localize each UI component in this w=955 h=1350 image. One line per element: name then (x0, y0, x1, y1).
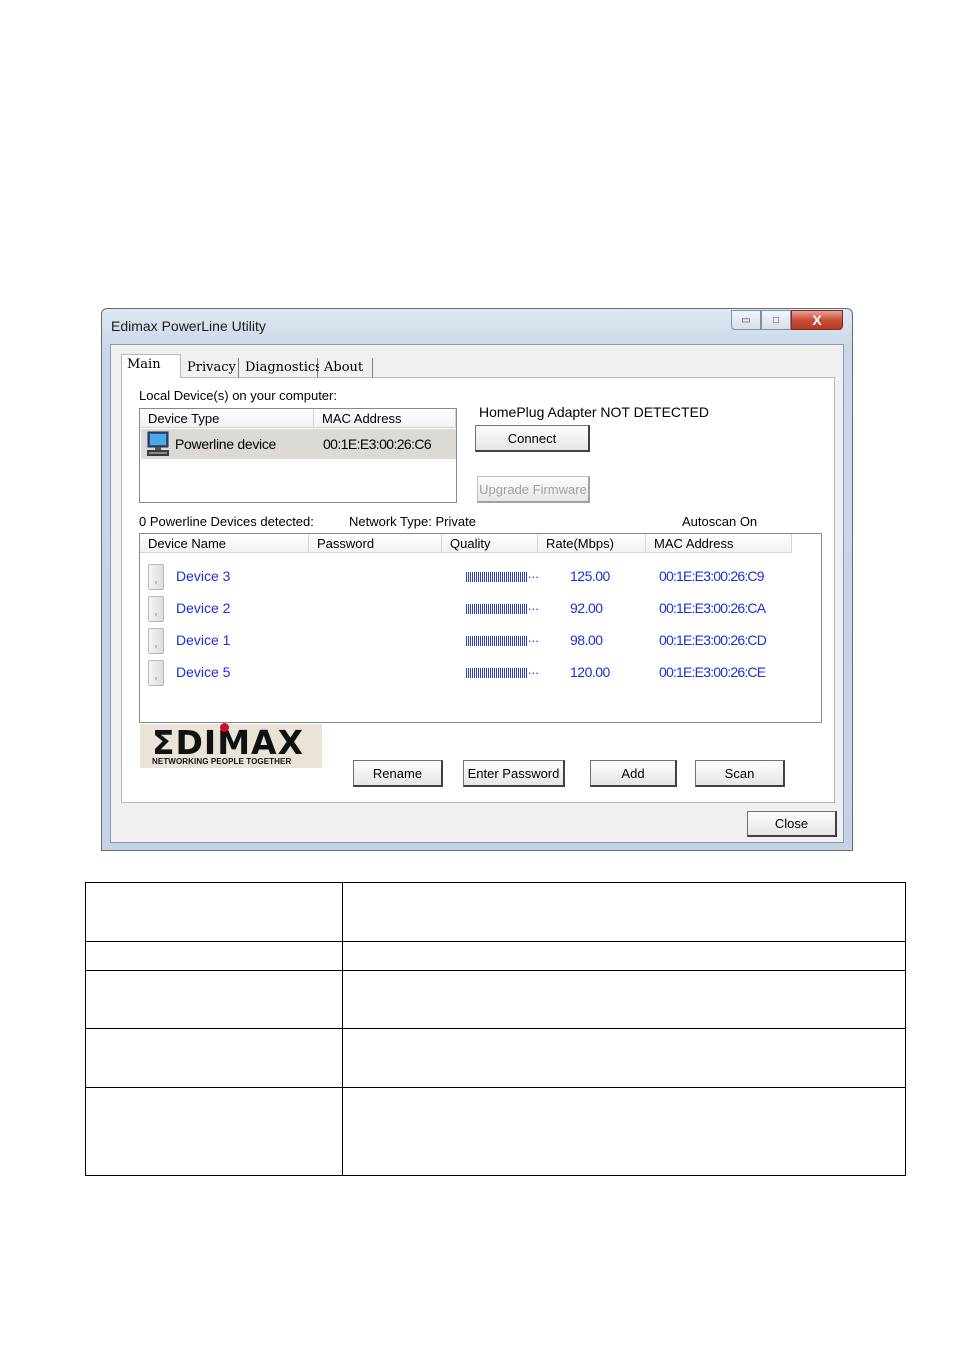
table-row[interactable]: Device 2 ... 92.00 00:1E:E3:00:26:CA (140, 592, 820, 624)
table-cell (85, 941, 343, 972)
tab-main[interactable]: Main (121, 354, 181, 378)
local-device-type: Powerline device (175, 436, 277, 452)
table-cell (85, 1086, 343, 1177)
connect-button[interactable]: Connect (475, 425, 590, 452)
add-button[interactable]: Add (590, 760, 677, 787)
tab-privacy[interactable]: Privacy (182, 358, 239, 377)
device-mac: 00:1E:E3:00:26:CE (659, 664, 766, 680)
quality-ellipsis: ... (528, 662, 539, 677)
close-button[interactable]: Close (747, 811, 837, 837)
table-row[interactable]: Device 1 ... 98.00 00:1E:E3:00:26:CD (140, 624, 820, 656)
powerline-adapter-icon (148, 628, 164, 654)
caption-buttons: ▭ □ X (731, 310, 843, 330)
tab-about[interactable]: About (319, 358, 373, 377)
window-title: Edimax PowerLine Utility (111, 318, 266, 334)
column-header-quality[interactable]: Quality (442, 534, 538, 553)
table-cell (342, 1028, 906, 1088)
app-window: Edimax PowerLine Utility ▭ □ X Main Priv… (101, 308, 853, 851)
quality-bar (466, 636, 528, 646)
device-rate: 120.00 (570, 664, 610, 680)
quality-bar (466, 572, 528, 582)
computer-icon (147, 431, 169, 456)
table-cell (342, 1086, 906, 1177)
powerline-device-table[interactable]: Device Name Password Quality Rate(Mbps) … (139, 533, 822, 723)
table-row (85, 881, 906, 943)
device-name: Device 3 (176, 568, 231, 584)
quality-ellipsis: ... (528, 566, 539, 581)
rename-button[interactable]: Rename (353, 760, 443, 787)
tab-diagnostics[interactable]: Diagnostics (240, 358, 322, 377)
autoscan-status: Autoscan On (682, 514, 758, 529)
edimax-logo: ΣDIMAX NETWORKING PEOPLE TOGETHER (140, 723, 322, 768)
local-device-row[interactable]: Powerline device 00:1E:E3:00:26:C6 (141, 429, 456, 459)
table-cell (342, 941, 906, 972)
logo-red-dot (220, 723, 229, 732)
device-mac: 00:1E:E3:00:26:CD (659, 632, 767, 648)
client-area: Main Privacy Diagnostics About Local Dev… (110, 344, 844, 843)
network-type: Network Type: Private (349, 514, 476, 529)
local-device-mac: 00:1E:E3:00:26:C6 (323, 436, 432, 452)
device-mac: 00:1E:E3:00:26:CA (659, 600, 766, 616)
device-rate: 125.00 (570, 568, 610, 584)
table-cell (85, 1028, 343, 1088)
device-name: Device 2 (176, 600, 231, 616)
quality-bar (466, 668, 528, 678)
local-devices-heading: Local Device(s) on your computer: (139, 388, 337, 403)
close-window-button[interactable]: X (791, 310, 843, 330)
column-header-rate[interactable]: Rate(Mbps) (538, 534, 646, 553)
table-cell (342, 881, 906, 943)
quality-ellipsis: ... (528, 598, 539, 613)
column-header-mac[interactable]: MAC Address (314, 409, 456, 428)
table-row[interactable]: Device 3 ... 125.00 00:1E:E3:00:26:C9 (140, 560, 820, 592)
column-header-device-type[interactable]: Device Type (140, 409, 314, 428)
device-rate: 92.00 (570, 600, 603, 616)
quality-ellipsis: ... (528, 630, 539, 645)
scan-button[interactable]: Scan (695, 760, 785, 787)
devices-detected-count: 0 Powerline Devices detected: (139, 514, 314, 529)
table-row[interactable]: Device 5 ... 120.00 00:1E:E3:00:26:CE (140, 656, 820, 688)
logo-wordmark: ΣDIMAX (152, 723, 305, 762)
column-header-device-name[interactable]: Device Name (140, 534, 309, 553)
table-cell (85, 970, 343, 1030)
column-header-password[interactable]: Password (309, 534, 442, 553)
main-tab-panel: Local Device(s) on your computer: Device… (121, 377, 835, 803)
logo-tagline: NETWORKING PEOPLE TOGETHER (152, 757, 292, 766)
table-cell (342, 970, 906, 1030)
device-name: Device 1 (176, 632, 231, 648)
local-device-list[interactable]: Device Type MAC Address Powerline device… (139, 408, 457, 503)
minimize-button[interactable]: ▭ (731, 310, 761, 330)
table-row (85, 1086, 906, 1177)
powerline-adapter-icon (148, 660, 164, 686)
quality-bar (466, 604, 528, 614)
enter-password-button[interactable]: Enter Password (463, 760, 565, 787)
device-mac: 00:1E:E3:00:26:C9 (659, 568, 765, 584)
powerline-adapter-icon (148, 564, 164, 590)
title-bar[interactable]: Edimax PowerLine Utility ▭ □ X (102, 309, 852, 343)
table-row (85, 1028, 906, 1088)
device-name: Device 5 (176, 664, 231, 680)
maximize-button[interactable]: □ (761, 310, 791, 330)
upgrade-firmware-button[interactable]: Upgrade Firmware (477, 476, 590, 503)
column-header-mac-address[interactable]: MAC Address (646, 534, 792, 553)
powerline-adapter-icon (148, 596, 164, 622)
table-row (85, 970, 906, 1030)
adapter-status: HomePlug Adapter NOT DETECTED (479, 404, 710, 420)
device-rate: 98.00 (570, 632, 603, 648)
description-table (85, 881, 906, 1177)
table-cell (85, 881, 343, 943)
table-row (85, 941, 906, 972)
